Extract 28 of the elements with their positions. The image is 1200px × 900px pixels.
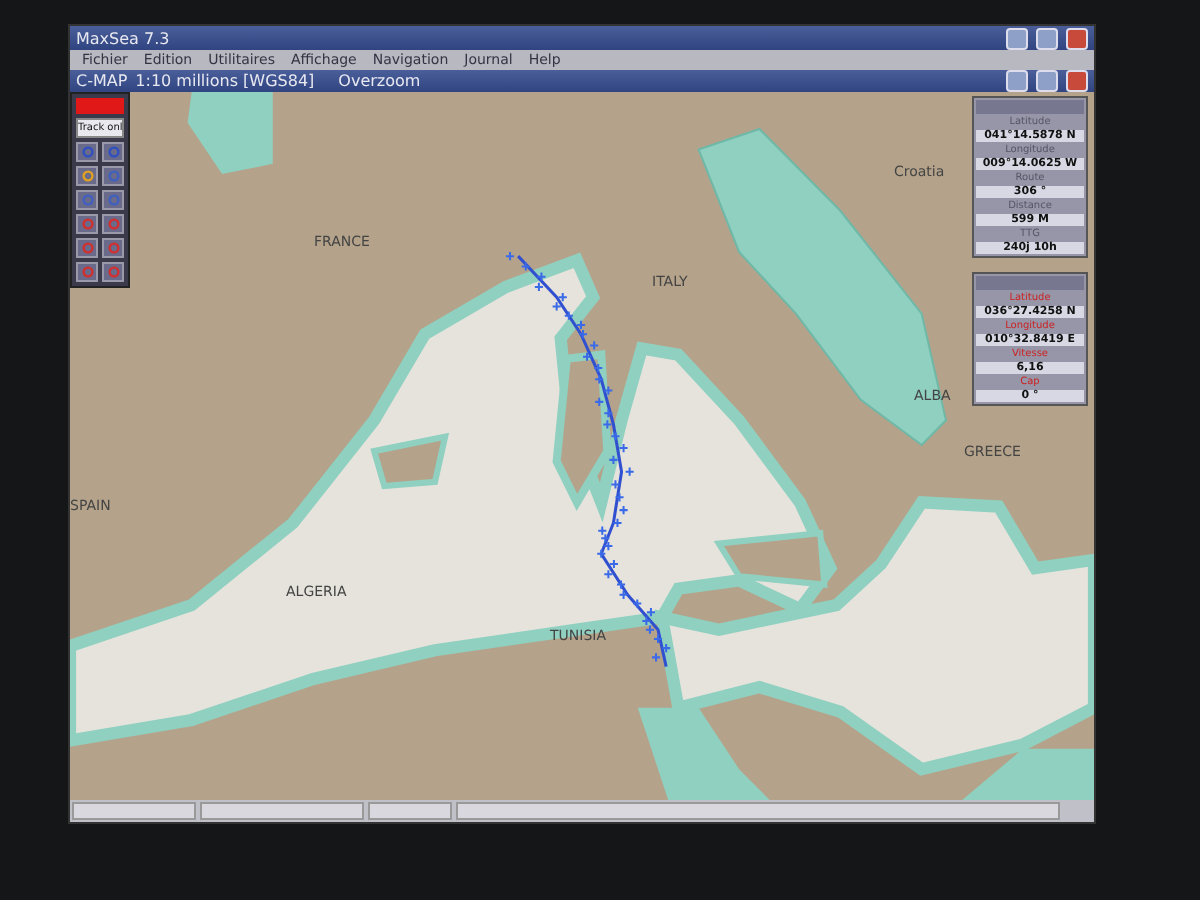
panel-title-bar [976,100,1084,114]
island [713,529,828,588]
maximize-button[interactable] [1036,70,1058,92]
tool-button[interactable] [76,262,98,282]
close-button[interactable] [1066,27,1088,49]
tool-button[interactable] [76,214,98,234]
tool-button[interactable] [102,214,124,234]
tool-button[interactable] [102,166,124,186]
island [370,432,450,490]
tool-button[interactable] [76,142,98,162]
tool-button[interactable] [102,238,124,258]
palette-header [76,98,124,114]
minimize-button[interactable] [1006,70,1028,92]
chart-mode: Overzoom [338,72,421,90]
panel-title-bar [976,276,1084,290]
tool-button[interactable] [76,190,98,210]
minimize-button[interactable] [1006,27,1028,49]
tool-button[interactable] [102,262,124,282]
app-title: MaxSea 7.3 [76,29,170,47]
chart-source: C-MAP [76,72,128,90]
tool-button[interactable] [102,190,124,210]
close-button[interactable] [1066,70,1088,92]
shallow-water [637,707,770,800]
tool-button[interactable] [102,142,124,162]
chart-title: 1:10 millions [WGS84] [135,72,315,90]
tool-button[interactable] [76,166,98,186]
maximize-button[interactable] [1036,27,1058,49]
tool-button[interactable] [76,238,98,258]
